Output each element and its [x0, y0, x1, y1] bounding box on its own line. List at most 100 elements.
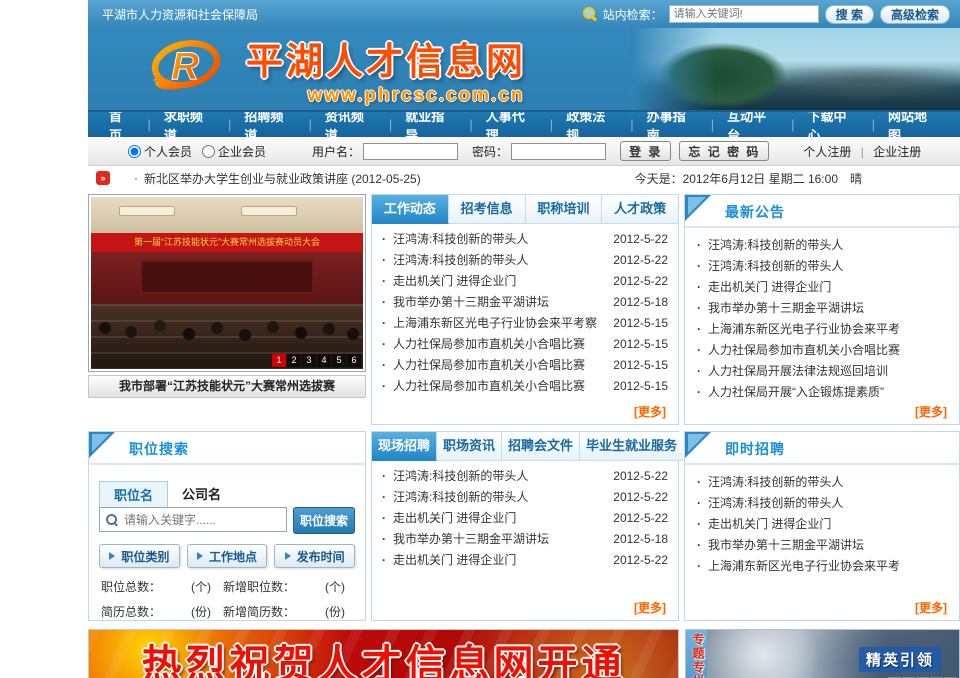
list-item: 人力社保局开展法律法规巡回培训: [697, 361, 949, 382]
filter-publish-time[interactable]: 发布时间: [274, 544, 355, 568]
conference-photo[interactable]: 第一届“江苏技能状元”大赛常州选拔赛动员大会 1 2 3 4 5 6: [91, 197, 363, 369]
stat-unit: (个): [312, 578, 353, 595]
main-nav: 首页| 求职频道| 招聘频道| 资讯频道| 就业指导| 人事代理| 政策法规| …: [88, 112, 960, 137]
tab-work-dynamics[interactable]: 工作动态: [372, 195, 449, 224]
list-item: 走出机关门 进得企业门2012-5-22: [382, 550, 668, 571]
tab-jobfair-files[interactable]: 招聘会文件: [502, 432, 580, 461]
recruit-news-list: 汪鸿涛:科技创新的带头人2012-5-22 汪鸿涛:科技创新的带头人2012-5…: [372, 461, 678, 599]
stat-label: 新增简历数：: [223, 603, 308, 620]
recruit-news-more-link[interactable]: [更多]: [634, 601, 666, 615]
tab-title-training[interactable]: 职称培训: [526, 195, 603, 224]
company-member-radio[interactable]: 企业会员: [202, 143, 266, 160]
celebration-banner-text: 热烈祝贺人才信息网开通: [142, 632, 626, 678]
list-item: 汪鸿涛:科技创新的带头人2012-5-22: [382, 466, 668, 487]
list-item: 汪鸿涛:科技创新的带头人: [697, 493, 949, 514]
special-column-label: 专题专栏: [686, 630, 707, 678]
site-search-input[interactable]: [669, 5, 819, 23]
forgot-password-button[interactable]: 忘 记 密 码: [679, 141, 769, 161]
list-item: 走出机关门 进得企业门2012-5-22: [382, 271, 668, 292]
recruit-news-tabs: 现场招聘 职场资讯 招聘会文件 毕业生就业服务: [372, 432, 678, 461]
today-date: 今天是：2012年6月12日 星期二 16:00 晴: [635, 170, 952, 187]
tab-position-name[interactable]: 职位名: [99, 481, 168, 507]
photo-page-1[interactable]: 1: [272, 354, 286, 367]
latest-notice-list: 汪鸿涛:科技创新的带头人 汪鸿涛:科技创新的带头人 走出机关门 进得企业门 我市…: [685, 228, 959, 403]
page: 平湖市人力资源和社会保障局 站内检索： 搜 索 高级检索 R: [88, 0, 960, 678]
arrow-right-icon: [197, 552, 203, 560]
list-item: 汪鸿涛:科技创新的带头人: [697, 256, 949, 277]
stat-unit: (份): [178, 603, 219, 620]
work-news-more-link[interactable]: [更多]: [634, 405, 666, 419]
instant-recruit-more-link[interactable]: [更多]: [915, 601, 947, 615]
tab-onsite-recruit[interactable]: 现场招聘: [372, 432, 437, 461]
recruit-news-box: 现场招聘 职场资讯 招聘会文件 毕业生就业服务 汪鸿涛:科技创新的带头人2012…: [371, 431, 679, 621]
site-logo-icon[interactable]: R: [140, 36, 232, 103]
panel-corner-icon: [685, 432, 711, 458]
login-button[interactable]: 登 录: [620, 141, 671, 161]
list-item: 我市举办第十三期金平湖讲坛2012-5-18: [382, 292, 668, 313]
company-register-link[interactable]: 企业注册: [873, 145, 921, 159]
instant-recruit-list: 汪鸿涛:科技创新的带头人 汪鸿涛:科技创新的带头人 走出机关门 进得企业门 我市…: [685, 465, 959, 599]
list-item: 我市举办第十三期金平湖讲坛: [697, 298, 949, 319]
list-item: 人力社保局参加市直机关小合唱比赛: [697, 340, 949, 361]
site-title: 平湖人才信息网: [246, 31, 526, 85]
site-header: R 平湖人才信息网 www.phrcsc.com.cn: [88, 28, 960, 112]
photo-page-6[interactable]: 6: [347, 354, 361, 367]
list-item: 走出机关门 进得企业门: [697, 277, 949, 298]
tab-career-news[interactable]: 职场资讯: [437, 432, 502, 461]
photo-banner-text: 第一届“江苏技能状元”大赛常州选拔赛动员大会: [91, 233, 363, 252]
elite-banner-photo: 精英引领 1 2 3 4 5: [707, 630, 959, 678]
list-item: 走出机关门 进得企业门: [697, 514, 949, 535]
tab-talent-policy[interactable]: 人才政策: [602, 195, 678, 224]
list-item: 上海浦东新区光电子行业协会来平考: [697, 556, 949, 577]
filter-job-category[interactable]: 职位类别: [99, 544, 180, 568]
celebration-banner[interactable]: 热烈祝贺人才信息网开通: [88, 629, 679, 678]
tab-company-name[interactable]: 公司名: [168, 481, 235, 507]
filter-work-location[interactable]: 工作地点: [187, 544, 268, 568]
content-row-1: 第一届“江苏技能状元”大赛常州选拔赛动员大会 1 2 3 4 5 6 我市部署“…: [88, 194, 960, 425]
list-item: 汪鸿涛:科技创新的带头人2012-5-22: [382, 229, 668, 250]
advanced-search-button[interactable]: 高级检索: [880, 5, 950, 24]
special-column-banner[interactable]: 专题专栏 精英引领 1 2 3 4 5: [685, 629, 960, 678]
latest-notice-title: 最新公告: [725, 202, 785, 222]
list-item: 汪鸿涛:科技创新的带头人2012-5-22: [382, 250, 668, 271]
photo-pagination: 1 2 3 4 5 6: [272, 354, 361, 367]
personal-member-radio[interactable]: 个人会员: [128, 143, 192, 160]
tab-exam-info[interactable]: 招考信息: [449, 195, 526, 224]
list-item: 人力社保局参加市直机关小合唱比赛2012-5-15: [382, 355, 668, 376]
photo-news-panel: 第一届“江苏技能状元”大赛常州选拔赛动员大会 1 2 3 4 5 6 我市部署“…: [88, 194, 366, 425]
work-news-list: 汪鸿涛:科技创新的带头人2012-5-22 汪鸿涛:科技创新的带头人2012-5…: [372, 224, 678, 403]
stat-unit: (个): [178, 578, 219, 595]
keyword-search-icon: [106, 514, 118, 526]
work-news-box: 工作动态 招考信息 职称培训 人才政策 汪鸿涛:科技创新的带头人2012-5-2…: [371, 194, 679, 425]
ticker-headline[interactable]: 新北区举办大学生创业与就业政策讲座 (2012-05-25): [144, 170, 421, 187]
photo-caption[interactable]: 我市部署“江苏技能状元”大赛常州选拔赛: [88, 375, 366, 398]
stat-label: 职位总数：: [101, 578, 174, 595]
job-search-tabs: 职位名 公司名: [99, 481, 355, 507]
job-filters: 职位类别 工作地点 发布时间: [99, 544, 355, 568]
instant-recruit-panel: 即时招聘 汪鸿涛:科技创新的带头人 汪鸿涛:科技创新的带头人 走出机关门 进得企…: [684, 431, 960, 621]
password-field[interactable]: [511, 143, 606, 160]
site-search-label: 站内检索：: [603, 6, 663, 23]
news-ticker: » · 新北区举办大学生创业与就业政策讲座 (2012-05-25) 今天是：2…: [88, 166, 960, 190]
header-waterfront-image: [630, 28, 960, 110]
content-row-2: 职位搜索 职位名 公司名 职位搜索 职位类别 工作地点 发布时间: [88, 431, 960, 621]
arrow-right-icon: [285, 552, 291, 560]
photo-page-2[interactable]: 2: [287, 354, 301, 367]
personal-register-link[interactable]: 个人注册: [803, 145, 851, 159]
search-icon: [583, 7, 597, 21]
keyword-input[interactable]: [124, 513, 280, 527]
site-search-button[interactable]: 搜 索: [825, 5, 874, 24]
list-item: 人力社保局开展“入企锻炼提素质”: [697, 382, 949, 403]
svg-text:R: R: [171, 44, 199, 87]
photo-page-3[interactable]: 3: [302, 354, 316, 367]
photo-page-5[interactable]: 5: [332, 354, 346, 367]
tab-graduate-services[interactable]: 毕业生就业服务: [580, 432, 683, 461]
list-item: 我市举办第十三期金平湖讲坛2012-5-18: [382, 529, 668, 550]
username-label: 用户名：: [312, 143, 360, 160]
latest-notice-more-link[interactable]: [更多]: [915, 405, 947, 419]
photo-page-4[interactable]: 4: [317, 354, 331, 367]
username-field[interactable]: [363, 143, 458, 160]
list-item: 我市举办第十三期金平湖讲坛: [697, 535, 949, 556]
instant-recruit-title: 即时招聘: [725, 439, 785, 459]
job-search-button[interactable]: 职位搜索: [293, 507, 355, 534]
